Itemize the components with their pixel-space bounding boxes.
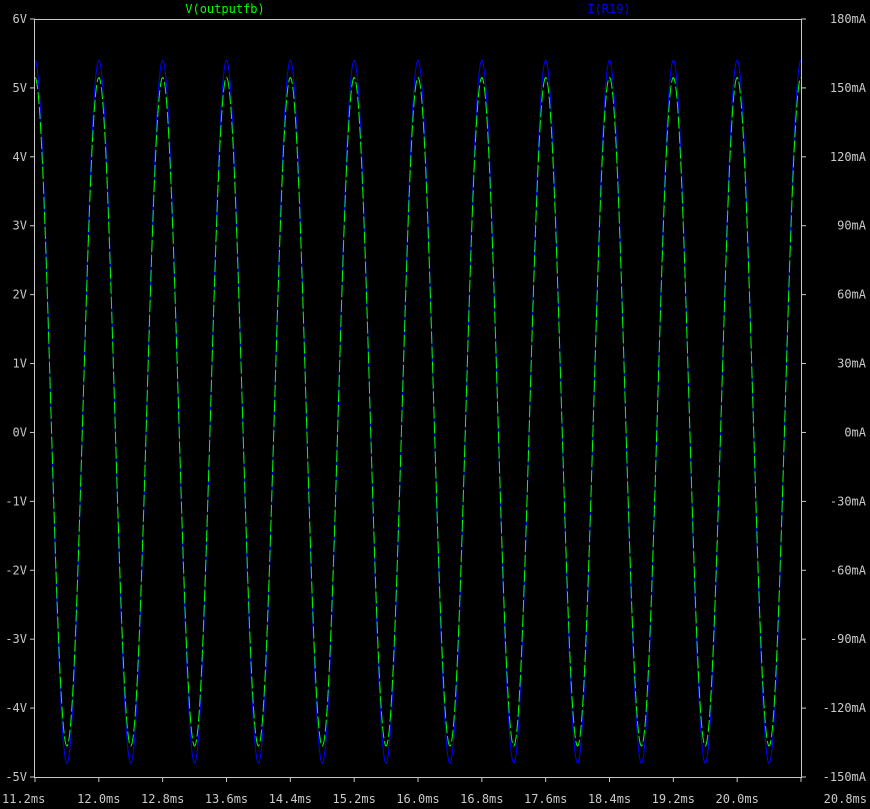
right-y-tick-label: 150mA [830,81,867,95]
right-y-tick-label: 30mA [837,357,867,371]
left-y-tick-label: -2V [5,563,27,577]
left-y-tick-label: -1V [5,494,27,508]
left-y-tick-label: 4V [13,150,27,164]
left-y-tick-label: -5V [5,770,27,784]
right-y-tick-label: -30mA [830,494,867,508]
left-y-tick-label: -4V [5,701,27,715]
left-y-tick-label: 6V [13,12,27,26]
right-y-tick-label: -120mA [823,701,867,715]
x-tick-label: 16.8ms [460,792,503,806]
left-y-tick-label: 2V [13,288,27,302]
right-y-tick-label: 60mA [837,288,867,302]
x-tick-label: 12.0ms [77,792,120,806]
x-tick-label: 14.4ms [269,792,312,806]
right-y-tick-label: 120mA [830,150,867,164]
x-tick-label: 18.4ms [588,792,631,806]
x-tick-label: 20.0ms [715,792,758,806]
right-y-tick-label: 90mA [837,219,867,233]
x-tick-label: 12.8ms [141,792,184,806]
x-tick-label: 13.6ms [205,792,248,806]
right-y-tick-label: -150mA [823,770,867,784]
x-tick-label: 19.2ms [652,792,695,806]
left-y-tick-label: 3V [13,219,27,233]
waveform-plot: 11.2ms 12.0ms 12.8ms 13.6ms 14.4ms 15.2ms 16.0… [0,0,870,809]
right-y-tick-label: -90mA [830,632,867,646]
right-y-tick-label: 0mA [844,425,866,439]
plot-background [0,0,870,809]
left-y-tick-label: 5V [13,81,27,95]
legend-label-current[interactable]: I(R19) [587,2,630,16]
right-y-tick-label: 180mA [830,12,867,26]
x-tick-label: 15.2ms [332,792,375,806]
legend-label-voltage[interactable]: V(outputfb) [185,2,264,16]
x-tick-label: 11.2ms [2,792,45,806]
x-tick-label: 16.0ms [396,792,439,806]
x-tick-label: 20.8ms [824,792,867,806]
left-y-tick-label: -3V [5,632,27,646]
right-y-tick-label: -60mA [830,563,867,577]
left-y-tick-label: 0V [13,425,27,439]
x-tick-label: 17.6ms [524,792,567,806]
left-y-tick-label: 1V [13,357,27,371]
